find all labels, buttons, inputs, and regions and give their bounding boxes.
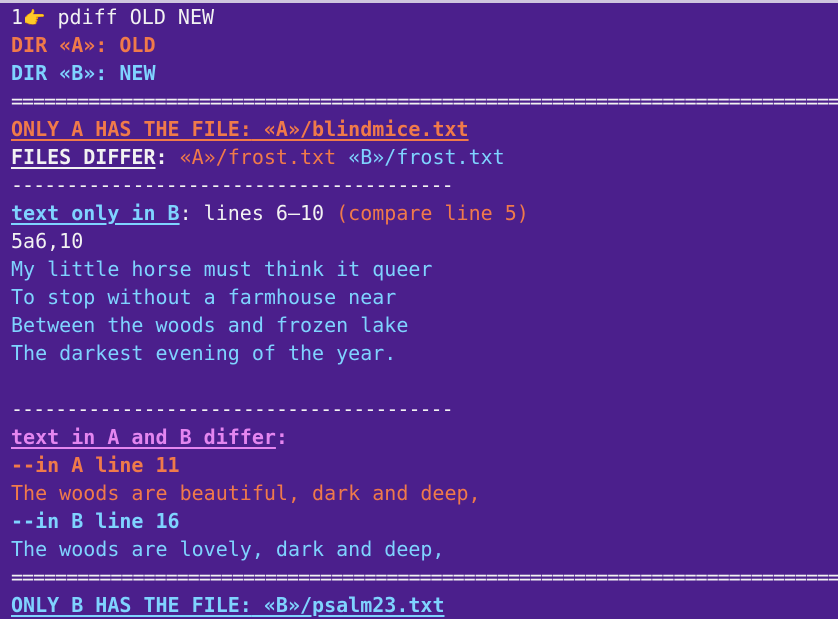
single-separator: ---------------------------------------- [11,173,454,197]
files-differ-space [336,145,348,169]
dir-b-line: DIR «B»: NEW [11,59,838,87]
dir-b-value: NEW [107,61,156,85]
in-a-text: The woods are beautiful, dark and deep, [11,481,481,505]
double-separator: ========================================… [11,89,838,113]
double-separator: ========================================… [11,565,838,589]
in-a-header: --in A line 11 [11,453,180,477]
only-b-label: ONLY B HAS THE FILE: [11,593,252,617]
dir-b-label: DIR «B»: [11,61,108,85]
single-separator: ---------------------------------------- [11,397,454,421]
in-b-header: --in B line 16 [11,509,180,533]
only-a-line: ONLY A HAS THE FILE: «A»/blindmice.txt [11,115,838,143]
pointing-finger-icon: 👉 [23,8,46,29]
only-a-label: ONLY A HAS THE FILE: [11,117,252,141]
terminal-output[interactable]: 1👉 pdiff OLD NEW DIR «A»: OLD DIR «B»: N… [0,3,838,619]
command-line: 1👉 pdiff OLD NEW [11,3,838,31]
only-in-b-compare: (compare line 5) [324,201,529,225]
differ-header: text in A and B differ: [11,423,838,451]
files-differ-path-a: «A»/frost.txt [179,145,337,169]
command-text: pdiff OLD NEW [45,5,215,29]
dir-a-line: DIR «A»: OLD [11,31,838,59]
b-text-line: My little horse must think it queer [11,257,433,281]
only-a-path: «A»/blindmice.txt [251,117,469,141]
only-b-line: ONLY B HAS THE FILE: «B»/psalm23.txt [11,591,838,619]
b-text-line: The darkest evening of the year. [11,341,397,365]
dir-a-label: DIR «A»: [11,33,108,57]
only-in-b-header: text only in B: lines 6–10 (compare line… [11,199,838,227]
files-differ-line: FILES DIFFER: «A»/frost.txt «B»/frost.tx… [11,143,838,171]
differ-label: text in A and B differ [11,425,276,449]
prompt-number: 1 [11,5,24,29]
only-in-b-lines: : lines 6–10 [179,201,325,225]
b-text-line: To stop without a farmhouse near [11,285,397,309]
files-differ-path-b: «B»/frost.txt [348,145,505,169]
in-b-text: The woods are lovely, dark and deep, [11,537,445,561]
differ-colon: : [275,425,288,449]
only-in-b-label: text only in B [11,201,180,225]
dir-a-value: OLD [107,33,156,57]
files-differ-label: FILES DIFFER [11,145,156,169]
only-b-path: «B»/psalm23.txt [251,593,445,617]
files-differ-colon: : [155,145,180,169]
diff-code: 5a6,10 [11,229,84,253]
b-text-line: Between the woods and frozen lake [11,313,409,337]
